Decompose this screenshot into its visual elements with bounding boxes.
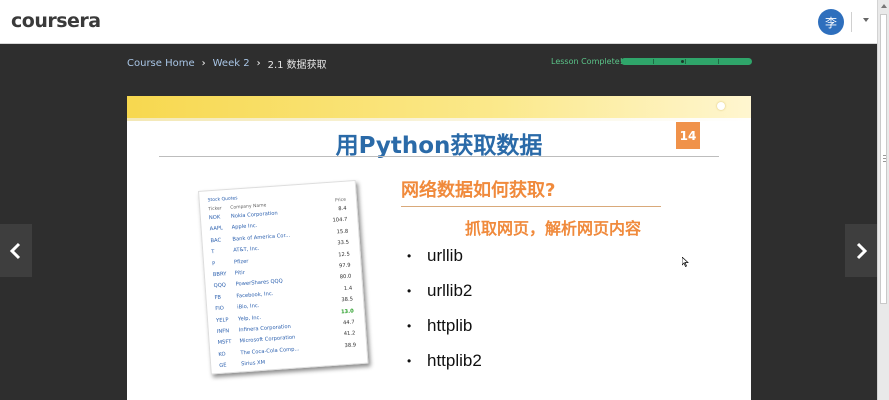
breadcrumb-course-home[interactable]: Course Home [127, 58, 195, 69]
list-item: • urllib [407, 246, 463, 265]
breadcrumb-separator-icon: › [256, 58, 261, 69]
user-avatar[interactable]: 李 [818, 9, 844, 35]
list-item: • httplib2 [407, 351, 482, 370]
table-cell-val: 97.9 [338, 262, 351, 270]
table-cell-sym: AAPL [209, 225, 224, 233]
table-cell-val: 1.4 [343, 285, 353, 292]
progress-tick [718, 59, 719, 64]
progress-tick [685, 59, 686, 64]
scroll-up-arrow-icon[interactable] [881, 4, 887, 8]
table-cell-val: 44.7 [342, 319, 355, 327]
scrollbar-thumb[interactable] [880, 14, 887, 304]
breadcrumb-current-lesson: 2.1 数据获取 [267, 60, 327, 71]
table-cell-sym: YELP [215, 316, 229, 324]
question-divider [401, 206, 661, 207]
next-lecture-button[interactable] [845, 224, 877, 277]
previous-lecture-button[interactable] [0, 224, 32, 277]
table-cell-sym: QQQ [213, 282, 227, 290]
list-item: • urllib2 [407, 281, 473, 300]
table-cell-sym: BAC [210, 237, 222, 245]
table-cell-sym: NOK [208, 214, 221, 222]
scrollbar-grip [883, 161, 886, 162]
list-item: • httplib [407, 316, 473, 335]
table-cell-sym: KO [218, 351, 226, 358]
chevron-right-icon [856, 242, 868, 259]
slide-title: 用Python获取数据 [335, 133, 543, 159]
paper-table-body: NOK Nokia Corporation 8.4 AAPL Apple Inc. 104… [209, 205, 362, 374]
table-cell-sym: T [211, 249, 215, 256]
page-scrollbar[interactable] [877, 0, 889, 400]
slide-top-band [127, 96, 751, 118]
table-cell-val: 104.7 [332, 217, 348, 225]
table-cell-sym: FIO [215, 305, 225, 313]
header-divider [851, 12, 852, 32]
scrollbar-grip [883, 158, 886, 159]
slide-answer: 抓取网页，解析网页内容 [465, 219, 642, 238]
breadcrumb-week[interactable]: Week 2 [213, 58, 250, 69]
table-cell-val: 41.2 [343, 330, 356, 338]
progress-tick [653, 59, 654, 64]
slide-band-shadow [127, 118, 751, 121]
lesson-progress-bar [621, 58, 752, 65]
table-cell-val: 33.5 [337, 239, 350, 247]
table-cell-val: 8.4 [338, 205, 347, 213]
slide-question: 网络数据如何获取? [401, 180, 556, 201]
progress-marker [681, 60, 684, 63]
library-list: • urllib • urllib2 • httplib • httplib2 [407, 246, 482, 386]
table-cell-val [337, 357, 357, 358]
breadcrumb-separator-icon: › [201, 58, 206, 69]
table-cell-sym: FB [214, 294, 222, 301]
chevron-left-icon [9, 242, 21, 259]
table-cell-sym: MSFT [217, 339, 232, 347]
breadcrumb: Course Home › Week 2 › 2.1 数据获取 [127, 56, 327, 71]
title-divider [159, 156, 719, 157]
table-cell-sym: INFN [216, 328, 230, 335]
stock-quotes-illustration: Stock Quotes Ticker Company Name Price N… [198, 179, 369, 375]
scrollbar-grip [883, 155, 886, 156]
top-header: coursera 李 [0, 0, 877, 44]
table-cell-val: 12.5 [338, 251, 350, 258]
band-dot [717, 102, 725, 110]
slide-page-number: 14 [676, 122, 700, 149]
account-menu-caret-icon[interactable] [863, 18, 869, 22]
lesson-complete-label: Lesson Complete! [551, 57, 623, 66]
table-cell-val: 80.0 [339, 273, 352, 281]
table-cell-val: 13.0 [340, 307, 354, 315]
table-cell-val: 38.5 [341, 296, 354, 304]
table-cell-val: 38.9 [344, 342, 357, 349]
table-cell-val: 15.8 [336, 228, 349, 236]
coursera-logo[interactable]: coursera [11, 10, 101, 32]
table-cell-sym: P [211, 260, 216, 267]
mouse-cursor-icon [682, 257, 689, 267]
table-cell-sym: BBRY [212, 271, 227, 279]
table-cell-sym: GE [219, 362, 227, 370]
